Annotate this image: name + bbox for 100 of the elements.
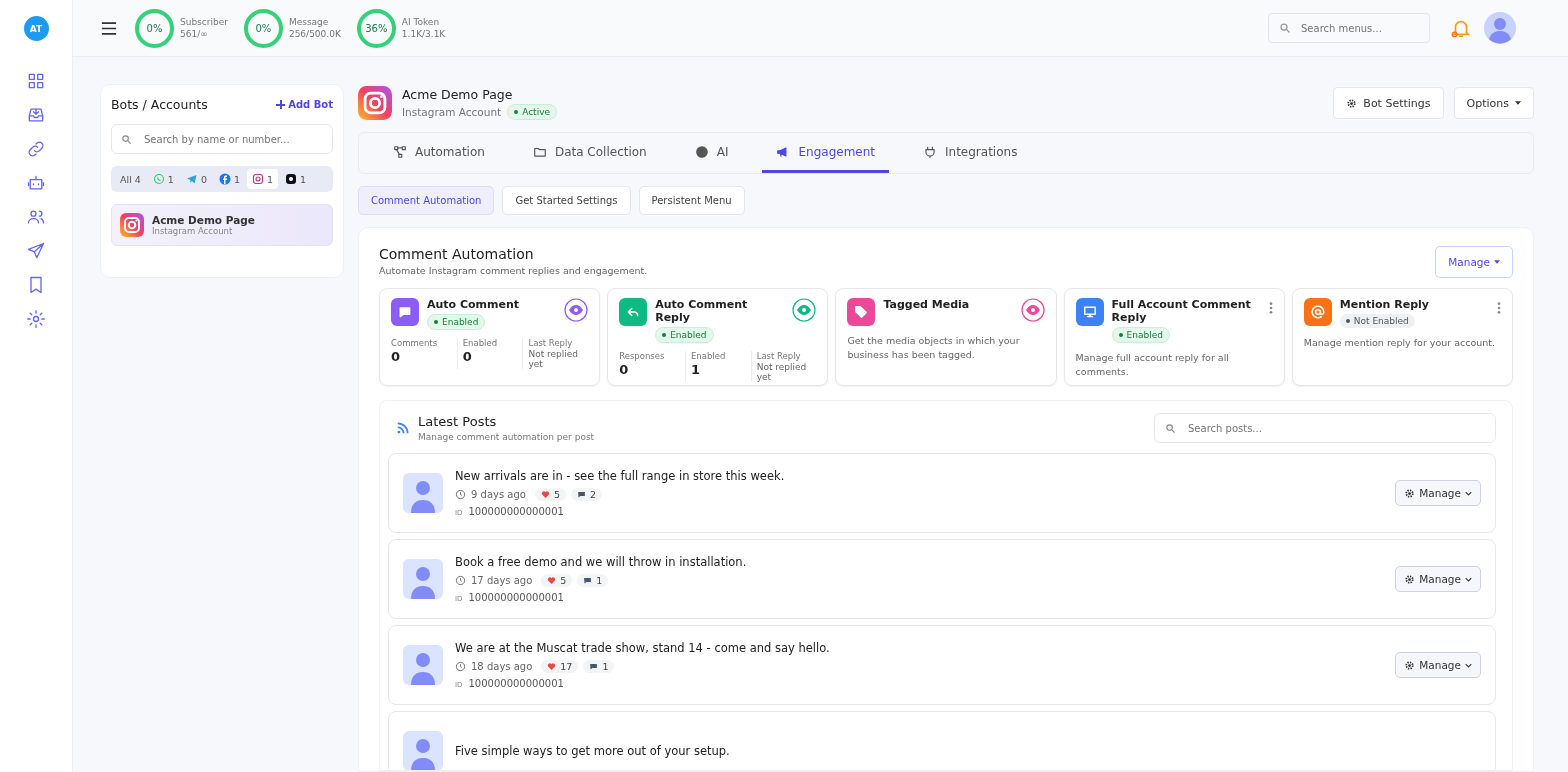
facebook-icon xyxy=(218,173,231,185)
heart-icon xyxy=(547,576,557,585)
sub-tab[interactable]: Comment Automation xyxy=(358,186,495,215)
manage-button[interactable]: Manage xyxy=(1395,480,1481,506)
options-button[interactable]: Options xyxy=(1453,87,1534,119)
post-thumbnail-placeholder xyxy=(403,473,443,513)
bot-settings-button[interactable]: Bot Settings xyxy=(1333,87,1444,119)
menu-icon[interactable] xyxy=(101,21,117,35)
comments-count: 1 xyxy=(577,574,609,587)
instagram-logo-icon xyxy=(358,86,392,120)
sub-tab[interactable]: Get Started Settings xyxy=(502,186,631,215)
tab[interactable]: Integrations xyxy=(909,133,1032,173)
post-thumbnail-placeholder xyxy=(403,731,443,770)
clock-icon xyxy=(455,575,466,586)
more-icon[interactable] xyxy=(1497,302,1501,314)
view-icon[interactable] xyxy=(564,298,589,322)
account-type: Instagram Account xyxy=(402,105,502,118)
stat-value: Not replied yet xyxy=(756,362,808,382)
clock-icon xyxy=(455,661,466,672)
comment-icon xyxy=(576,490,586,499)
link-icon[interactable] xyxy=(26,139,46,159)
tab[interactable]: Data Collection xyxy=(518,133,661,173)
filter-chip[interactable]: All 4 xyxy=(115,169,146,189)
card-description: Manage full account reply for all comments. xyxy=(1075,351,1230,379)
likes-count: 17 xyxy=(541,660,579,673)
instagram-icon xyxy=(252,173,264,185)
usage-ring: 0% xyxy=(243,8,283,48)
manage-button[interactable]: Manage xyxy=(1435,246,1513,278)
post-age: 18 days ago xyxy=(471,661,533,672)
heart-icon xyxy=(540,490,550,499)
filter-chip[interactable]: 0 xyxy=(180,169,212,189)
post-id: 100000000000001 xyxy=(468,678,564,689)
telegram-icon xyxy=(185,173,198,185)
panel-title: Bots / Accounts xyxy=(111,97,208,112)
search-input[interactable]: Search by name or number... xyxy=(142,132,323,146)
comments-count: 2 xyxy=(570,488,602,501)
search-field[interactable]: Search by name or number... xyxy=(111,124,333,154)
usage-value: 1.1K/3.1K xyxy=(401,28,446,40)
post-thumbnail-placeholder xyxy=(403,645,443,685)
filter-chip[interactable]: 1 xyxy=(247,169,279,189)
caret-icon xyxy=(1515,101,1521,105)
filter-chip[interactable]: 1 xyxy=(147,169,179,189)
stat-value: 0 xyxy=(462,349,473,364)
card-description: Get the media objects in which your business has been tagged. xyxy=(847,334,1021,362)
search-icon xyxy=(1165,422,1176,434)
manage-button[interactable]: Manage xyxy=(1395,652,1481,678)
account-item[interactable]: Acme Demo Page Instagram Account xyxy=(111,204,333,246)
search-field[interactable]: Search posts... xyxy=(1154,413,1496,443)
chevron-icon xyxy=(1465,662,1472,668)
post-text: Book a free demo and we will throw in installation. xyxy=(455,555,747,569)
usage-label: Message xyxy=(288,16,330,28)
status-badge: Enabled xyxy=(655,327,714,343)
section-title: Latest Posts xyxy=(418,414,498,429)
search-input[interactable]: Search posts... xyxy=(1186,421,1485,435)
stat-value: 1 xyxy=(690,362,701,377)
usage-value: 256/500.0K xyxy=(288,28,341,40)
tab[interactable]: Automation xyxy=(379,133,499,173)
likes-count: 5 xyxy=(541,574,573,587)
post-id: 100000000000001 xyxy=(468,506,564,517)
comments-count: 1 xyxy=(583,660,615,673)
send-icon[interactable] xyxy=(26,241,46,261)
filter-chip[interactable]: 1 xyxy=(280,169,312,189)
chevron-icon xyxy=(1465,576,1472,582)
comment-icon xyxy=(589,662,599,671)
search-icon xyxy=(1279,22,1291,34)
instagram-logo-icon xyxy=(120,213,144,237)
tab[interactable]: AI xyxy=(680,133,743,173)
stat-label: Responses xyxy=(619,351,666,361)
caret-icon xyxy=(1494,260,1500,264)
more-icon[interactable] xyxy=(1268,302,1273,314)
search-input[interactable]: Search menus... xyxy=(1299,21,1419,35)
status-badge: Enabled xyxy=(1111,327,1170,343)
grid-icon[interactable] xyxy=(26,71,46,91)
tab[interactable]: Engagement xyxy=(762,133,889,173)
post-id: 100000000000001 xyxy=(468,592,564,603)
section-title: Comment Automation xyxy=(379,246,535,262)
usage-value: 561/∞ xyxy=(180,28,209,40)
usage-ring: 0% xyxy=(135,8,174,48)
plug-icon xyxy=(923,144,937,159)
card-title: Auto Comment xyxy=(427,298,521,311)
search-field[interactable]: Search menus... xyxy=(1268,13,1430,43)
section-description: Automate Instagram comment replies and engagement. xyxy=(379,265,648,276)
likes-count: 5 xyxy=(534,488,566,501)
stat-label: Comments xyxy=(391,338,439,348)
sub-tab[interactable]: Persistent Menu xyxy=(638,186,745,215)
add-bot-button[interactable]: Add Bot xyxy=(276,99,333,110)
bot-icon[interactable] xyxy=(26,173,46,193)
filter-chip[interactable]: 1 xyxy=(213,169,245,189)
whatsapp-icon xyxy=(152,173,165,185)
stat-value: Not replied yet xyxy=(528,349,580,369)
post-text: Five simple ways to get more out of your setup. xyxy=(455,744,730,758)
rss-icon xyxy=(396,421,410,435)
post-text: We are at the Muscat trade show, stand 14 - come and say hello. xyxy=(455,641,830,655)
chevron-icon xyxy=(1465,490,1472,496)
manage-button[interactable]: Manage xyxy=(1395,566,1481,592)
profile-avatar[interactable] xyxy=(1484,12,1516,44)
post-thumbnail-placeholder xyxy=(403,559,443,599)
card-title: Full Account Comment Reply xyxy=(1111,298,1252,324)
view-icon[interactable] xyxy=(1020,298,1045,322)
view-icon[interactable] xyxy=(792,298,817,322)
